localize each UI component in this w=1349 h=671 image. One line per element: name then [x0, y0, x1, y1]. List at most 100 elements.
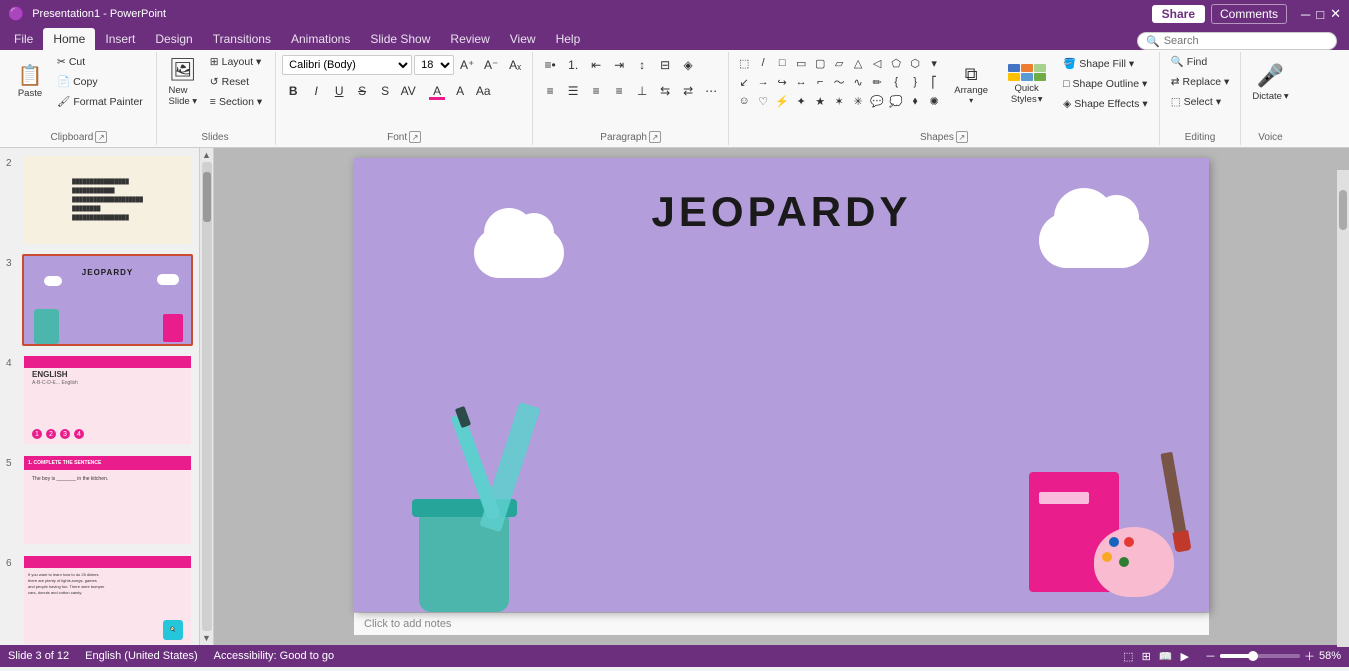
replace-button[interactable]: ⇄ Replace ▾ [1166, 72, 1235, 91]
connector-icon[interactable]: ↙ [735, 73, 753, 91]
bracket-icon[interactable]: ⎡ [925, 73, 943, 91]
scribble-icon[interactable]: ✏ [868, 73, 886, 91]
align-left-button[interactable]: ≡ [539, 80, 561, 102]
arrow-icon[interactable]: → [754, 73, 772, 91]
shape-fill-button[interactable]: 🪣 Shape Fill ▾ [1058, 54, 1153, 73]
star4-icon[interactable]: ✦ [792, 92, 810, 110]
slide-thumb-3[interactable]: 3 JEOPARDY [4, 252, 195, 348]
zoom-in-btn[interactable]: ＋ [1304, 648, 1315, 664]
rtl-button[interactable]: ⇆ [654, 80, 676, 102]
menu-animations[interactable]: Animations [281, 28, 360, 50]
comments-button[interactable]: Comments [1211, 4, 1287, 24]
text-highlight-button[interactable]: A [449, 80, 471, 102]
search-box[interactable]: 🔍 [1137, 32, 1337, 50]
wave-icon[interactable]: 〜 [830, 73, 848, 91]
starburst-icon[interactable]: ✺ [925, 92, 943, 110]
clipboard-expand[interactable]: ↗ [95, 131, 107, 143]
normal-view-icon[interactable]: ⬚ [1123, 650, 1133, 663]
maximize-button[interactable]: □ [1316, 7, 1324, 22]
strikethrough-button[interactable]: S [351, 80, 373, 102]
section-button[interactable]: ≡ Section ▾ [205, 92, 267, 111]
para-expand[interactable]: ↗ [649, 131, 661, 143]
menu-insert[interactable]: Insert [95, 28, 145, 50]
freeform-icon[interactable]: ∿ [849, 73, 867, 91]
rounded-rect-icon[interactable]: ▭ [792, 54, 810, 72]
slide-thumb-5[interactable]: 5 1. COMPLETE THE SENTENCE The boy is __… [4, 452, 195, 548]
font-size-select[interactable]: 18 [414, 55, 454, 75]
scroll-thumb[interactable] [203, 172, 211, 222]
quick-styles-button[interactable]: Quick Styles ▾ [999, 54, 1054, 114]
align-text-button[interactable]: ⊥ [631, 80, 653, 102]
elbow-icon[interactable]: ⌐ [811, 73, 829, 91]
indent-more-button[interactable]: ⇥ [608, 54, 630, 76]
text-shadow-button[interactable]: S [374, 80, 396, 102]
share-button[interactable]: Share [1152, 5, 1205, 23]
more-para-button[interactable]: ⋯ [700, 80, 722, 102]
star5-icon[interactable]: ★ [811, 92, 829, 110]
italic-button[interactable]: I [305, 80, 327, 102]
ltr-button[interactable]: ⇄ [677, 80, 699, 102]
hexagon-icon[interactable]: ⬡ [906, 54, 924, 72]
slideshow-icon[interactable]: ▶ [1181, 650, 1189, 663]
slide-canvas[interactable]: JEOPARDY [354, 158, 1209, 612]
zoom-thumb[interactable] [1248, 651, 1258, 661]
underline-button[interactable]: U [328, 80, 350, 102]
slide-thumb-2[interactable]: 2 ██████████████████████████████████████… [4, 152, 195, 248]
more-shapes-icon[interactable]: ▾ [925, 54, 943, 72]
parallelogram-icon[interactable]: ▱ [830, 54, 848, 72]
zoom-slider[interactable] [1220, 654, 1300, 658]
menu-transitions[interactable]: Transitions [203, 28, 281, 50]
scroll-track[interactable] [202, 162, 212, 631]
convert-smartart-button[interactable]: ◈ [677, 54, 699, 76]
shape-outline-button[interactable]: □ Shape Outline ▾ [1058, 74, 1153, 93]
reading-view-icon[interactable]: 📖 [1159, 650, 1173, 663]
smiley-icon[interactable]: ☺ [735, 92, 753, 110]
zoom-out-btn[interactable]: － [1205, 648, 1216, 664]
menu-view[interactable]: View [500, 28, 546, 50]
rect-icon[interactable]: □ [773, 54, 791, 72]
font-size-increase[interactable]: A⁺ [456, 54, 478, 76]
notes-bar[interactable]: Click to add notes [354, 612, 1209, 635]
format-painter-button[interactable]: 🖌 Format Painter [52, 92, 148, 111]
arrange-button[interactable]: ⧉ Arrange ▾ [947, 54, 995, 114]
thought-icon[interactable]: 💭 [887, 92, 905, 110]
numbering-button[interactable]: 1. [562, 54, 584, 76]
new-slide-button[interactable]: 🖼 NewSlide ▾ [163, 52, 203, 112]
pentagon-icon[interactable]: ⬠ [887, 54, 905, 72]
align-center-button[interactable]: ☰ [562, 80, 584, 102]
star6-icon[interactable]: ✶ [830, 92, 848, 110]
char-spacing-button[interactable]: AV [397, 80, 419, 102]
layout-button[interactable]: ⊞ Layout ▾ [205, 52, 267, 71]
scroll-up-btn[interactable]: ▲ [202, 148, 211, 160]
line-icon[interactable]: / [754, 54, 772, 72]
menu-design[interactable]: Design [145, 28, 202, 50]
menu-slideshow[interactable]: Slide Show [360, 28, 440, 50]
font-color-button[interactable]: A [426, 80, 448, 102]
rtriangle-icon[interactable]: ◁ [868, 54, 886, 72]
select-button[interactable]: ⬚ Select ▾ [1166, 92, 1235, 111]
bolt-icon[interactable]: ⚡ [773, 92, 791, 110]
justify-button[interactable]: ≡ [608, 80, 630, 102]
menu-help[interactable]: Help [546, 28, 591, 50]
dictate-button[interactable]: 🎤 Dictate▾ [1247, 52, 1293, 112]
font-expand[interactable]: ↗ [409, 131, 421, 143]
cut-button[interactable]: ✂ Cut [52, 52, 148, 71]
scroll-down-btn[interactable]: ▼ [202, 633, 211, 645]
clear-formatting[interactable]: Aₓ [504, 54, 526, 76]
change-case-button[interactable]: Aa [472, 80, 494, 102]
menu-file[interactable]: File [4, 28, 43, 50]
font-name-select[interactable]: Calibri (Body) [282, 55, 412, 75]
font-size-decrease[interactable]: A⁻ [480, 54, 502, 76]
heart-icon[interactable]: ♡ [754, 92, 772, 110]
indent-less-button[interactable]: ⇤ [585, 54, 607, 76]
shape-effects-button[interactable]: ◈ Shape Effects ▾ [1058, 94, 1153, 113]
rect2-icon[interactable]: ▢ [811, 54, 829, 72]
close-button[interactable]: ✕ [1330, 6, 1341, 22]
slide-thumb-4[interactable]: 4 ENGLISH A-B-C-D-E... English 1 2 3 4 [4, 352, 195, 448]
menu-review[interactable]: Review [440, 28, 499, 50]
callout-icon[interactable]: ⬧ [906, 92, 924, 110]
search-input[interactable] [1164, 35, 1328, 47]
reset-button[interactable]: ↺ Reset [205, 72, 267, 91]
drawing-expand[interactable]: ↗ [956, 131, 968, 143]
triangle-icon[interactable]: △ [849, 54, 867, 72]
